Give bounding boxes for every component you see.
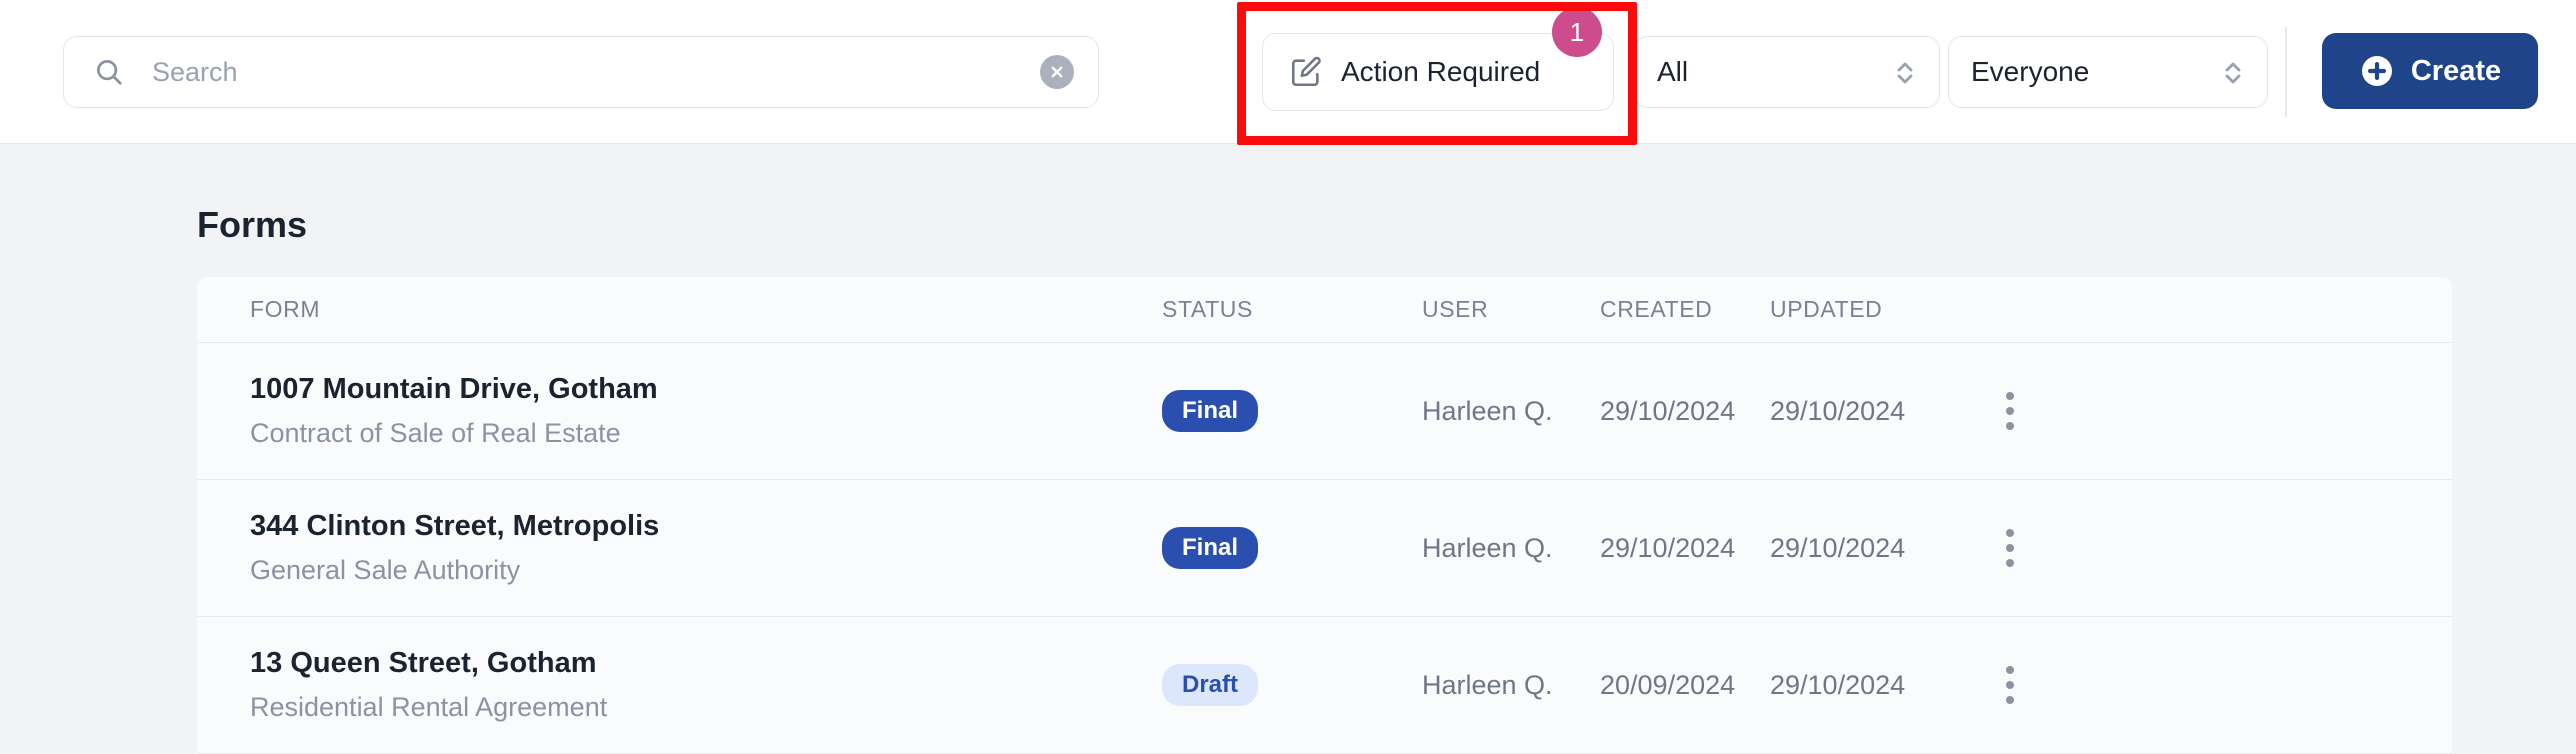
row-actions-cell[interactable] (1950, 529, 2070, 567)
status-filter-select[interactable]: All (1634, 36, 1940, 108)
action-required-badge: 1 (1552, 7, 1602, 57)
forms-table: FORM STATUS USER CREATED UPDATED 1007 Mo… (197, 277, 2452, 754)
clear-circle-icon[interactable] (1040, 55, 1074, 89)
column-header-updated: UPDATED (1770, 296, 1883, 322)
page-body: Forms FORM STATUS USER CREATED UPDATED 1… (0, 144, 2576, 754)
status-cell: Draft (1162, 664, 1422, 706)
user-cell: Harleen Q. (1422, 669, 1553, 700)
search-icon (94, 57, 124, 87)
updated-cell: 29/10/2024 (1770, 532, 1906, 563)
column-header-status: STATUS (1162, 296, 1253, 322)
create-button[interactable]: Create (2322, 33, 2538, 109)
search-input[interactable] (152, 37, 1032, 107)
form-subtitle: Contract of Sale of Real Estate (250, 418, 621, 448)
kebab-menu-icon[interactable] (2005, 392, 2015, 430)
column-header-created: CREATED (1600, 296, 1713, 322)
table-row[interactable]: 344 Clinton Street, Metropolis General S… (197, 480, 2452, 617)
table-header-row: FORM STATUS USER CREATED UPDATED (197, 277, 2452, 343)
updated-cell: 29/10/2024 (1770, 669, 1906, 700)
action-required-label: Action Required (1341, 56, 1541, 87)
column-header-user: USER (1422, 296, 1489, 322)
user-filter-select[interactable]: Everyone (1948, 36, 2268, 108)
pencil-square-icon (1289, 55, 1323, 89)
status-filter-value: All (1657, 56, 1689, 87)
top-toolbar: Action Required 1 All Everyone Create (0, 0, 2576, 145)
form-cell: 1007 Mountain Drive, Gotham Contract of … (197, 373, 1162, 449)
form-cell: 13 Queen Street, Gotham Residential Rent… (197, 647, 1162, 723)
page-title: Forms (197, 204, 308, 245)
user-cell: Harleen Q. (1422, 532, 1553, 563)
created-cell: 20/09/2024 (1600, 669, 1736, 700)
row-actions-cell[interactable] (1950, 666, 2070, 704)
kebab-menu-icon[interactable] (2005, 529, 2015, 567)
chevron-updown-icon (1893, 55, 1917, 89)
table-row[interactable]: 13 Queen Street, Gotham Residential Rent… (197, 617, 2452, 754)
form-title: 344 Clinton Street, Metropolis (250, 510, 660, 542)
created-cell: 29/10/2024 (1600, 532, 1736, 563)
search-box[interactable] (63, 36, 1099, 108)
form-cell: 344 Clinton Street, Metropolis General S… (197, 510, 1162, 586)
form-subtitle: Residential Rental Agreement (250, 692, 608, 722)
chevron-updown-icon (2221, 55, 2245, 89)
column-header-form: FORM (250, 296, 321, 322)
created-cell: 29/10/2024 (1600, 395, 1736, 426)
updated-cell: 29/10/2024 (1770, 395, 1906, 426)
status-badge: Final (1162, 390, 1259, 432)
kebab-menu-icon[interactable] (2005, 666, 2015, 704)
status-badge: Final (1162, 527, 1259, 569)
create-button-label: Create (2410, 54, 2502, 87)
user-filter-value: Everyone (1971, 56, 2090, 87)
table-row[interactable]: 1007 Mountain Drive, Gotham Contract of … (197, 343, 2452, 480)
form-title: 13 Queen Street, Gotham (250, 647, 597, 679)
form-title: 1007 Mountain Drive, Gotham (250, 373, 658, 405)
user-cell: Harleen Q. (1422, 395, 1553, 426)
status-badge: Draft (1162, 664, 1259, 706)
form-subtitle: General Sale Authority (250, 555, 521, 585)
status-cell: Final (1162, 390, 1422, 432)
plus-circle-icon (2359, 53, 2395, 89)
status-cell: Final (1162, 527, 1422, 569)
toolbar-divider (2285, 27, 2287, 117)
row-actions-cell[interactable] (1950, 392, 2070, 430)
